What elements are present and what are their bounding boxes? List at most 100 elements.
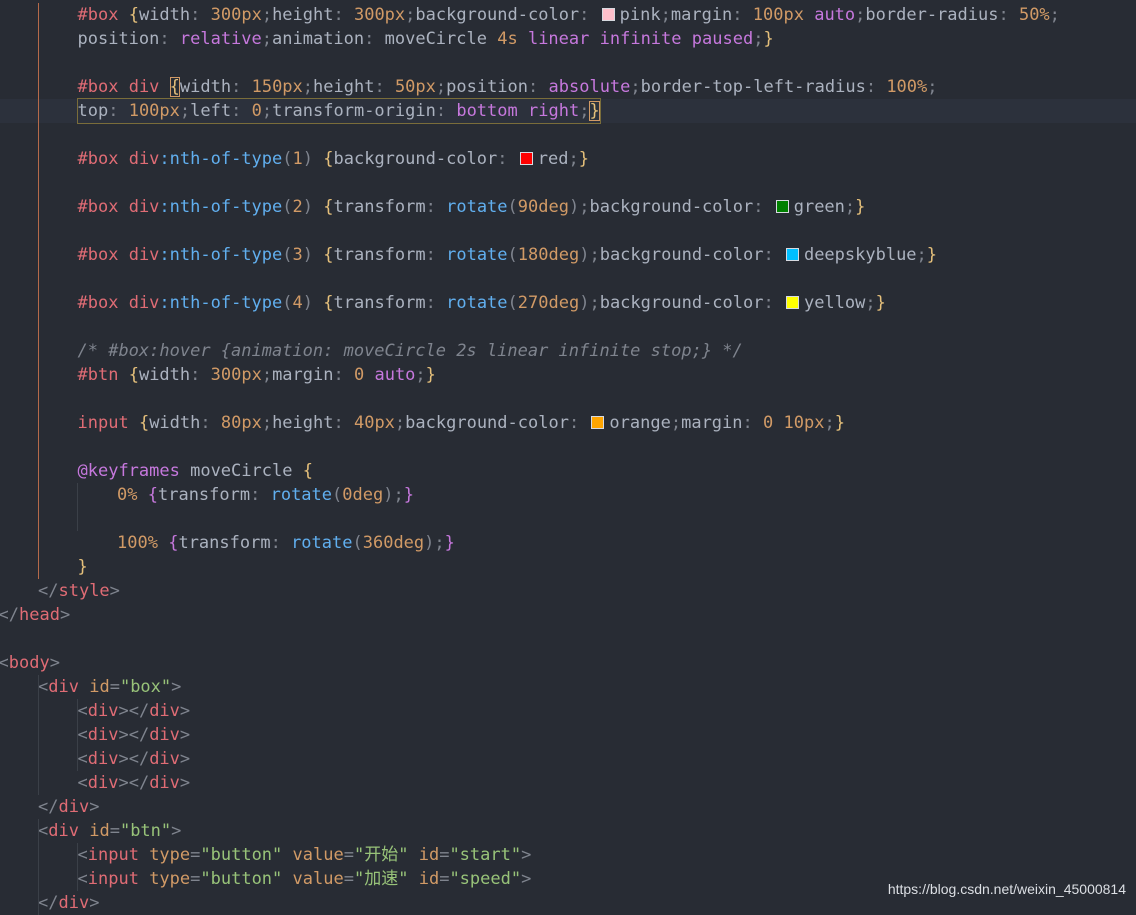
code-token: ) <box>302 293 313 313</box>
code-line[interactable]: #box div {width: 150px;height: 50px;posi… <box>0 75 1136 99</box>
code-token: : <box>108 101 129 121</box>
code-line[interactable]: <body> <box>0 651 1136 675</box>
code-line[interactable]: #btn {width: 300px;margin: 0 auto;} <box>0 363 1136 387</box>
code-token: green <box>793 197 845 217</box>
code-line[interactable]: #box div:nth-of-type(4) {transform: rota… <box>0 291 1136 315</box>
code-token: { <box>147 485 158 505</box>
code-token: < <box>77 749 88 769</box>
code-line[interactable]: <div></div> <box>0 747 1136 771</box>
code-token: rotate <box>446 293 508 313</box>
code-token: ( <box>507 245 518 265</box>
code-token: border-top-left-radius <box>640 77 866 97</box>
code-line[interactable]: #box div:nth-of-type(2) {transform: rota… <box>0 195 1136 219</box>
code-line[interactable] <box>0 219 1136 243</box>
code-line[interactable]: <div></div> <box>0 699 1136 723</box>
code-line[interactable]: /* #box:hover {animation: moveCircle 2s … <box>0 339 1136 363</box>
code-token: </ <box>38 893 59 913</box>
code-line[interactable]: </div> <box>0 795 1136 819</box>
code-line[interactable] <box>0 387 1136 411</box>
code-token: ; <box>415 365 426 385</box>
indent-guide <box>38 675 39 795</box>
code-line[interactable]: 0% {transform: rotate(0deg);} <box>0 483 1136 507</box>
code-token: ></ <box>118 749 150 769</box>
code-line[interactable] <box>0 51 1136 75</box>
code-line[interactable]: #box {width: 300px;height: 300px;backgro… <box>0 3 1136 27</box>
code-token: transform <box>157 485 251 505</box>
code-line[interactable]: input {width: 80px;height: 40px;backgrou… <box>0 411 1136 435</box>
code-token: background-color <box>405 413 569 433</box>
color-swatch-icon[interactable] <box>775 200 789 213</box>
code-line[interactable]: <input type="button" value="开始" id="star… <box>0 843 1136 867</box>
code-token: 100% <box>117 533 158 553</box>
code-token: } <box>763 29 774 49</box>
code-token: height <box>272 413 334 433</box>
color-swatch-icon[interactable] <box>785 248 799 261</box>
code-token: : <box>159 29 180 49</box>
code-token: id <box>89 677 110 697</box>
code-line-content: <div id="btn"> <box>38 819 181 843</box>
code-token: transform <box>333 245 426 265</box>
code-token: > <box>109 581 120 601</box>
code-token: pink <box>619 5 661 25</box>
code-token: "start" <box>449 845 522 865</box>
code-token: ></ <box>118 701 150 721</box>
code-token: ( <box>352 533 363 553</box>
code-token: 0 <box>353 365 365 385</box>
code-line[interactable] <box>0 627 1136 651</box>
code-line[interactable] <box>0 171 1136 195</box>
color-swatch-icon[interactable] <box>601 8 615 21</box>
code-token: #box <box>77 197 119 217</box>
code-line[interactable]: #box div:nth-of-type(3) {transform: rota… <box>0 243 1136 267</box>
code-token: div <box>58 893 90 913</box>
code-token: 3 <box>292 245 303 265</box>
code-line[interactable]: @keyframes moveCircle { <box>0 459 1136 483</box>
code-token: 90deg <box>517 197 569 217</box>
code-line[interactable]: 100% {transform: rotate(360deg);} <box>0 531 1136 555</box>
code-line[interactable]: #box div:nth-of-type(1) {background-colo… <box>0 147 1136 171</box>
code-token: = <box>439 869 450 889</box>
code-token: div <box>128 293 160 313</box>
code-line[interactable] <box>0 267 1136 291</box>
code-line[interactable]: position: relative;animation: moveCircle… <box>0 27 1136 51</box>
code-token: : <box>374 77 395 97</box>
code-line[interactable] <box>0 435 1136 459</box>
code-line[interactable]: <div></div> <box>0 771 1136 795</box>
code-line[interactable]: } <box>0 555 1136 579</box>
code-line-content: </head> <box>0 603 70 627</box>
code-token: : <box>364 29 385 49</box>
code-token: top <box>77 101 109 121</box>
code-line[interactable]: </style> <box>0 579 1136 603</box>
code-token: margin <box>272 365 334 385</box>
code-token: 150px <box>251 77 303 97</box>
code-token: ( <box>282 149 293 169</box>
code-token: "box" <box>119 677 172 697</box>
code-editor[interactable]: #box {width: 300px;height: 300px;backgro… <box>0 0 1136 915</box>
color-swatch-icon[interactable] <box>591 416 605 429</box>
code-line[interactable] <box>0 507 1136 531</box>
code-token: : <box>763 245 784 265</box>
code-line[interactable]: top: 100px;left: 0;transform-origin: bot… <box>0 98 1136 124</box>
code-line[interactable] <box>0 315 1136 339</box>
code-token: { <box>138 413 150 433</box>
indent-guide <box>77 699 78 771</box>
code-line[interactable]: </head> <box>0 603 1136 627</box>
code-line[interactable]: <div id="box"> <box>0 675 1136 699</box>
code-line-content: <input type="button" value="开始" id="star… <box>78 843 532 867</box>
code-token: < <box>0 653 9 673</box>
color-swatch-icon[interactable] <box>519 152 533 165</box>
color-swatch-icon[interactable] <box>785 296 799 309</box>
code-line-content: position: relative;animation: moveCircle… <box>78 27 774 51</box>
code-token: } <box>578 149 589 169</box>
code-line[interactable]: <div></div> <box>0 723 1136 747</box>
code-line[interactable] <box>0 123 1136 147</box>
code-line[interactable]: <div id="btn"> <box>0 819 1136 843</box>
